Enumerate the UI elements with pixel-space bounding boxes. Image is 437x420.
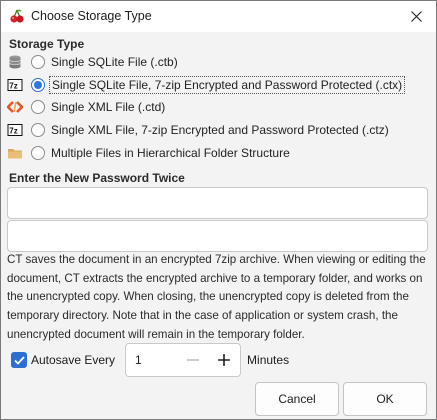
autosave-checkbox[interactable] — [11, 352, 27, 368]
password-field-1[interactable] — [7, 187, 428, 219]
radio-ctx[interactable] — [31, 78, 45, 92]
option-label: Single SQLite File, 7-zip Encrypted and … — [49, 76, 406, 94]
storage-option-ctb[interactable]: Single SQLite File (.ctb) — [7, 51, 180, 73]
7zip-icon: 7z — [7, 79, 23, 91]
storage-option-ctz[interactable]: 7z Single XML File, 7-zip Encrypted and … — [7, 119, 391, 141]
storage-option-ctd[interactable]: Single XML File (.ctd) — [7, 96, 167, 118]
encryption-description: CT saves the document in an encrypted 7z… — [7, 253, 426, 341]
storage-option-folder[interactable]: Multiple Files in Hierarchical Folder St… — [7, 142, 292, 164]
autosave-minutes-stepper[interactable]: 1 — [125, 343, 242, 377]
window-title: Choose Storage Type — [31, 9, 152, 23]
option-label: Multiple Files in Hierarchical Folder St… — [51, 146, 290, 160]
radio-ctz[interactable] — [31, 123, 45, 137]
password-heading: Enter the New Password Twice — [9, 171, 185, 185]
title-bar: Choose Storage Type — [1, 1, 436, 32]
increment-button[interactable] — [209, 344, 240, 376]
option-label: Single SQLite File (.ctb) — [51, 55, 178, 69]
xml-icon — [7, 101, 23, 113]
svg-text:7z: 7z — [9, 127, 17, 136]
cancel-button[interactable]: Cancel — [255, 382, 339, 416]
stepper-value[interactable]: 1 — [126, 353, 177, 367]
radio-folder[interactable] — [31, 146, 45, 160]
decrement-button[interactable] — [177, 344, 208, 376]
7zip-icon: 7z — [7, 124, 23, 136]
password-field-2[interactable] — [7, 220, 428, 252]
radio-ctb[interactable] — [31, 55, 45, 69]
option-label: Single XML File (.ctd) — [51, 100, 166, 114]
checkmark-icon — [13, 355, 25, 365]
storage-option-ctx[interactable]: 7z Single SQLite File, 7-zip Encrypted a… — [7, 74, 406, 96]
autosave-row: Autosave Every 1 Minutes — [7, 343, 289, 377]
autosave-label: Autosave Every — [31, 353, 116, 367]
storage-type-heading: Storage Type — [9, 37, 85, 51]
folder-icon — [8, 149, 22, 159]
radio-ctd[interactable] — [31, 100, 45, 114]
minutes-label: Minutes — [247, 353, 290, 367]
cherry-app-icon — [10, 9, 24, 23]
option-label: Single XML File, 7-zip Encrypted and Pas… — [51, 123, 389, 137]
close-button[interactable] — [402, 5, 430, 28]
database-icon — [9, 55, 21, 69]
plus-icon — [218, 354, 231, 366]
minus-icon — [186, 359, 199, 361]
dialog-window: Choose Storage Type Storage Type Single … — [0, 0, 437, 420]
svg-text:7z: 7z — [9, 82, 17, 91]
close-icon — [410, 11, 422, 22]
ok-button[interactable]: OK — [343, 382, 427, 416]
